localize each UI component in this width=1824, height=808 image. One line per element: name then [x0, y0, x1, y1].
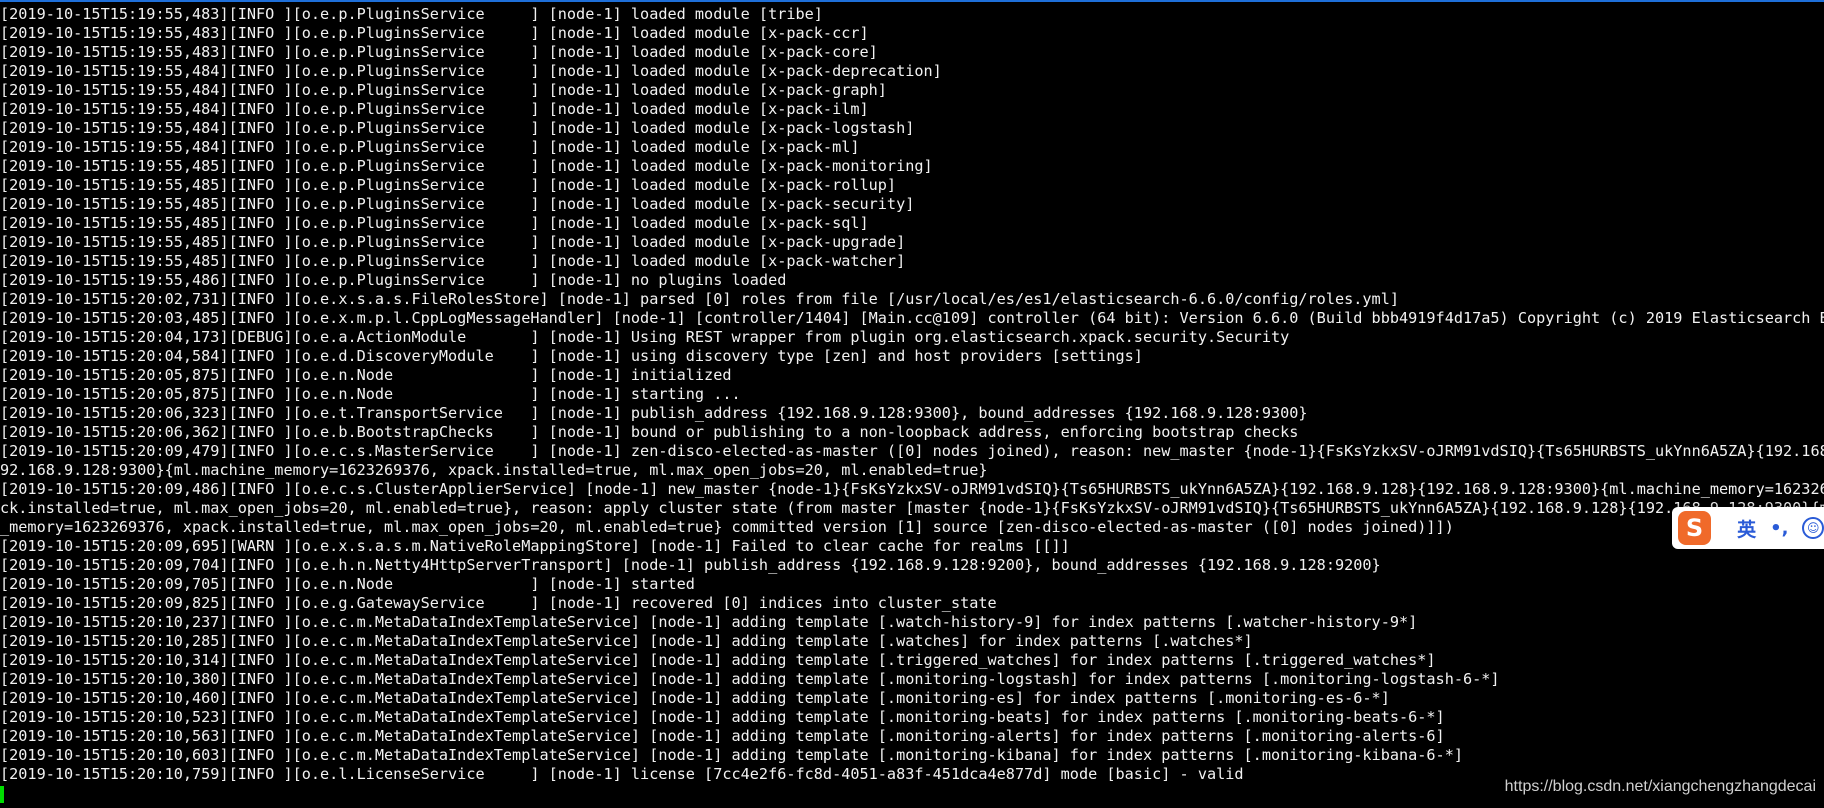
terminal-line: [2019-10-15T15:19:55,485][INFO ][o.e.p.P…	[0, 176, 897, 194]
terminal-line: [2019-10-15T15:19:55,483][INFO ][o.e.p.P…	[0, 43, 878, 61]
ime-toolbar[interactable]: S 英 •, ☺	[1672, 507, 1824, 549]
terminal-line: [2019-10-15T15:20:04,584][INFO ][o.e.d.D…	[0, 347, 1143, 365]
terminal-line: [2019-10-15T15:20:10,460][INFO ][o.e.c.m…	[0, 689, 1390, 707]
terminal-line: [2019-10-15T15:20:09,705][INFO ][o.e.n.N…	[0, 575, 695, 593]
terminal-line: [2019-10-15T15:19:55,486][INFO ][o.e.p.P…	[0, 271, 787, 289]
terminal-line: [2019-10-15T15:19:55,485][INFO ][o.e.p.P…	[0, 157, 933, 175]
terminal-line: [2019-10-15T15:20:10,603][INFO ][o.e.c.m…	[0, 746, 1463, 764]
terminal-line: [2019-10-15T15:19:55,485][INFO ][o.e.p.P…	[0, 195, 915, 213]
terminal-line: ck.installed=true, ml.max_open_jobs=20, …	[0, 499, 1824, 517]
terminal-line: [2019-10-15T15:19:55,485][INFO ][o.e.p.P…	[0, 233, 906, 251]
terminal-line: [2019-10-15T15:20:10,523][INFO ][o.e.c.m…	[0, 708, 1445, 726]
terminal-line: [2019-10-15T15:19:55,484][INFO ][o.e.p.P…	[0, 100, 869, 118]
terminal-line: _memory=1623269376, xpack.installed=true…	[0, 518, 1454, 536]
terminal-line: 92.168.9.128:9300}{ml.machine_memory=162…	[0, 461, 988, 479]
terminal-line: [2019-10-15T15:20:05,875][INFO ][o.e.n.N…	[0, 366, 732, 384]
terminal-line: [2019-10-15T15:20:10,285][INFO ][o.e.c.m…	[0, 632, 1253, 650]
terminal-line: [2019-10-15T15:20:09,825][INFO ][o.e.g.G…	[0, 594, 997, 612]
ime-language-toggle[interactable]: 英	[1737, 515, 1756, 542]
terminal-line: [2019-10-15T15:20:10,563][INFO ][o.e.c.m…	[0, 727, 1445, 745]
terminal-line: [2019-10-15T15:20:05,875][INFO ][o.e.n.N…	[0, 385, 741, 403]
terminal-line: [2019-10-15T15:19:55,484][INFO ][o.e.p.P…	[0, 119, 915, 137]
terminal-line: [2019-10-15T15:20:04,173][DEBUG][o.e.a.A…	[0, 328, 1290, 346]
terminal-line: [2019-10-15T15:20:09,695][WARN ][o.e.x.s…	[0, 537, 1070, 555]
terminal-line: [2019-10-15T15:19:55,484][INFO ][o.e.p.P…	[0, 138, 860, 156]
terminal-line: [2019-10-15T15:20:10,380][INFO ][o.e.c.m…	[0, 670, 1500, 688]
sogou-logo-icon[interactable]: S	[1678, 511, 1712, 545]
terminal-line: [2019-10-15T15:20:09,486][INFO ][o.e.c.s…	[0, 480, 1824, 498]
ime-punctuation-toggle[interactable]: •,	[1770, 518, 1788, 539]
terminal-line: [2019-10-15T15:20:06,362][INFO ][o.e.b.B…	[0, 423, 1299, 441]
smiley-icon[interactable]: ☺	[1802, 517, 1824, 539]
watermark: https://blog.csdn.net/xiangchengzhangdec…	[1504, 778, 1816, 795]
terminal-line: [2019-10-15T15:20:10,314][INFO ][o.e.c.m…	[0, 651, 1436, 669]
terminal-line: [2019-10-15T15:19:55,483][INFO ][o.e.p.P…	[0, 24, 869, 42]
terminal-cursor	[0, 786, 4, 803]
terminal-line: [2019-10-15T15:20:09,704][INFO ][o.e.h.n…	[0, 556, 1381, 574]
terminal-line: [2019-10-15T15:19:55,484][INFO ][o.e.p.P…	[0, 81, 887, 99]
terminal-line: [2019-10-15T15:20:02,731][INFO ][o.e.x.s…	[0, 290, 1399, 308]
terminal-line: [2019-10-15T15:19:55,483][INFO ][o.e.p.P…	[0, 5, 823, 23]
terminal-line: [2019-10-15T15:20:06,323][INFO ][o.e.t.T…	[0, 404, 1308, 422]
terminal-line: [2019-10-15T15:19:55,485][INFO ][o.e.p.P…	[0, 252, 906, 270]
terminal-line: [2019-10-15T15:19:55,485][INFO ][o.e.p.P…	[0, 214, 869, 232]
terminal-line: [2019-10-15T15:20:09,479][INFO ][o.e.c.s…	[0, 442, 1824, 460]
terminal-line: [2019-10-15T15:20:03,485][INFO ][o.e.x.m…	[0, 309, 1824, 327]
terminal-output[interactable]: [2019-10-15T15:19:55,483][INFO ][o.e.p.P…	[0, 5, 1824, 805]
terminal-line: [2019-10-15T15:20:10,237][INFO ][o.e.c.m…	[0, 613, 1418, 631]
window-top-border	[0, 0, 1824, 2]
terminal-line: [2019-10-15T15:19:55,484][INFO ][o.e.p.P…	[0, 62, 942, 80]
